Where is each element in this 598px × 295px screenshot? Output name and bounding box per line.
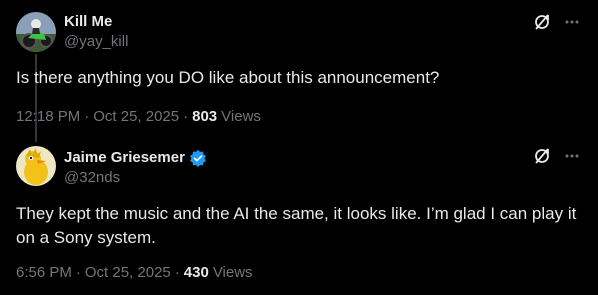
tweet[interactable]: Jaime Griesemer @32nds They kept the mus…: [0, 142, 598, 295]
name-row: Jaime Griesemer: [64, 148, 207, 168]
tweet-text: Is there anything you DO like about this…: [16, 68, 440, 87]
display-name[interactable]: Kill Me: [64, 12, 112, 32]
tweet-actions: [532, 12, 582, 32]
tweet-date[interactable]: Oct 25, 2025: [85, 263, 171, 283]
separator: ·: [75, 264, 81, 281]
tweet-date[interactable]: Oct 25, 2025: [93, 107, 179, 127]
tweet[interactable]: Kill Me @yay_kill Is there anything you …: [0, 0, 598, 142]
more-icon[interactable]: [562, 12, 582, 32]
display-name[interactable]: Jaime Griesemer: [64, 148, 185, 168]
views-label: Views: [212, 264, 253, 281]
more-icon[interactable]: [562, 146, 582, 166]
avatar[interactable]: [16, 12, 56, 52]
handle[interactable]: @yay_kill: [64, 32, 128, 52]
grok-icon[interactable]: [532, 146, 552, 166]
tweet-time[interactable]: 12:18 PM: [16, 107, 80, 127]
name-row: Kill Me: [64, 12, 112, 32]
views-count: 430: [183, 264, 209, 281]
avatar[interactable]: [16, 146, 56, 186]
handle[interactable]: @32nds: [64, 168, 120, 188]
grok-icon[interactable]: [532, 12, 552, 32]
views-count: 803: [192, 108, 218, 125]
separator: ·: [174, 264, 180, 281]
tweet-time[interactable]: 6:56 PM: [16, 263, 72, 283]
tweet-text: They kept the music and the AI the same,…: [16, 204, 577, 247]
tweet-meta: 12:18 PM · Oct 25, 2025 · 803 Views: [16, 107, 261, 127]
separator: ·: [183, 108, 189, 125]
verified-badge-icon: [189, 149, 207, 167]
tweet-actions: [532, 146, 582, 166]
tweet-meta: 6:56 PM · Oct 25, 2025 · 430 Views: [16, 263, 253, 283]
separator: ·: [84, 108, 90, 125]
views-label: Views: [221, 108, 261, 125]
